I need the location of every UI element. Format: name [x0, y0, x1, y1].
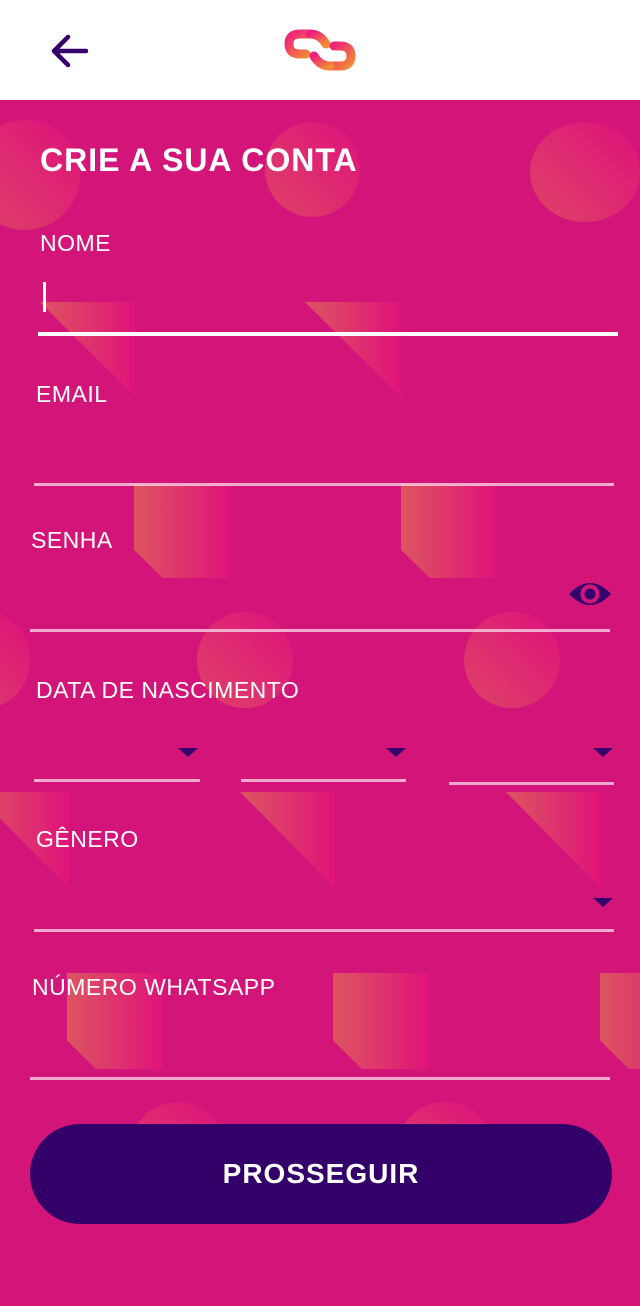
- name-input[interactable]: [40, 276, 616, 320]
- name-underline: [38, 332, 618, 336]
- decor-shape: [506, 792, 601, 888]
- whatsapp-label: NÚMERO WHATSAPP: [32, 974, 276, 1000]
- password-input[interactable]: [30, 576, 560, 624]
- gender-label: GÊNERO: [36, 826, 139, 852]
- birth-month-select[interactable]: [241, 728, 406, 778]
- whatsapp-underline: [30, 1077, 610, 1080]
- decor-shape: [401, 484, 497, 578]
- chevron-down-icon: [593, 748, 613, 757]
- app-logo: [280, 22, 360, 78]
- decor-circle: [530, 122, 640, 222]
- back-button[interactable]: [46, 28, 92, 74]
- birthdate-label: DATA DE NASCIMENTO: [36, 677, 300, 703]
- birth-year-select[interactable]: [449, 728, 614, 778]
- signup-form-area: CRIE A SUA CONTA NOME EMAIL SENHA DATA D…: [0, 100, 640, 1306]
- name-label: NOME: [40, 230, 111, 256]
- decor-circle: [0, 612, 30, 708]
- chevron-down-icon: [178, 748, 198, 757]
- birth-year-underline: [449, 782, 614, 785]
- top-bar: [0, 0, 640, 100]
- password-underline: [30, 629, 610, 632]
- arrow-left-icon: [51, 34, 89, 68]
- birth-day-select[interactable]: [34, 728, 200, 778]
- decor-circle: [464, 612, 560, 708]
- chain-link-logo-icon: [284, 29, 356, 71]
- proceed-button[interactable]: PROSSEGUIR: [30, 1124, 612, 1224]
- birth-month-underline: [241, 779, 406, 782]
- password-visibility-toggle[interactable]: [566, 574, 614, 614]
- password-label: SENHA: [31, 527, 113, 553]
- decor-shape: [240, 792, 335, 888]
- chevron-down-icon: [386, 748, 406, 757]
- decor-shape: [134, 484, 230, 578]
- chevron-down-icon: [593, 898, 613, 907]
- gender-underline: [34, 929, 614, 932]
- email-label: EMAIL: [36, 381, 108, 407]
- whatsapp-input[interactable]: [30, 1024, 610, 1072]
- gender-select[interactable]: [34, 876, 614, 928]
- email-underline: [34, 483, 614, 486]
- birth-day-underline: [34, 779, 200, 782]
- text-cursor: [43, 282, 46, 312]
- eye-icon: [569, 583, 611, 605]
- email-input[interactable]: [34, 430, 614, 478]
- page-title: CRIE A SUA CONTA: [40, 142, 358, 178]
